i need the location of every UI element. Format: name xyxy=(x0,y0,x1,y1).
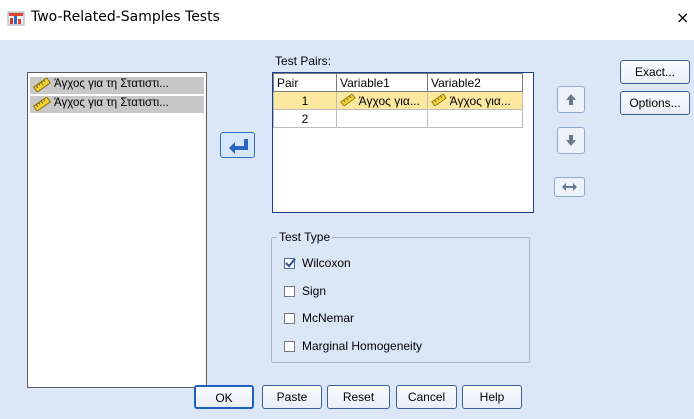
list-item-label: Άγχος για τη Στατιστι... xyxy=(54,78,169,90)
move-down-button[interactable] xyxy=(557,127,585,154)
column-header-variable2: Variable2 xyxy=(427,73,523,92)
wilcoxon-label: Wilcoxon xyxy=(302,256,351,270)
paste-button[interactable]: Paste xyxy=(262,385,322,409)
window-title: Two-Related-Samples Tests xyxy=(31,9,220,25)
exact-button[interactable]: Exact... xyxy=(620,60,690,84)
checkmark-icon xyxy=(285,258,296,268)
ok-button[interactable]: OK xyxy=(194,385,254,409)
list-item[interactable]: Άγχος για τη Στατιστι... xyxy=(30,77,204,94)
scale-variable-icon xyxy=(340,92,356,107)
swap-variables-button[interactable] xyxy=(554,177,585,197)
close-icon[interactable]: × xyxy=(676,8,689,27)
variable1-cell[interactable]: Άγχος για... xyxy=(336,91,428,110)
marginal-homogeneity-checkbox[interactable] xyxy=(284,341,295,352)
scale-variable-icon xyxy=(431,92,447,107)
variable2-cell[interactable] xyxy=(427,109,523,128)
sign-label: Sign xyxy=(302,284,327,298)
app-icon xyxy=(7,11,25,26)
test-pairs-grid[interactable]: Pair Variable1 Variable2 1 Άγχος για... … xyxy=(272,72,534,213)
column-header-pair: Pair xyxy=(273,73,337,92)
list-item-label: Άγχος για τη Στατιστι... xyxy=(54,97,169,109)
variable2-cell-label: Άγχος για... xyxy=(449,93,511,108)
move-to-pairs-button[interactable] xyxy=(220,132,255,158)
list-item[interactable]: Άγχος για τη Στατιστι... xyxy=(30,96,204,113)
scale-variable-icon xyxy=(33,78,51,92)
table-row[interactable]: 2 xyxy=(273,109,523,128)
wilcoxon-checkbox[interactable] xyxy=(284,258,296,269)
variable1-cell-label: Άγχος για... xyxy=(358,93,420,108)
table-row[interactable]: 1 Άγχος για... Άγχος για... xyxy=(273,91,523,110)
move-up-button[interactable] xyxy=(557,86,585,113)
sign-checkbox[interactable] xyxy=(284,286,295,297)
cancel-button[interactable]: Cancel xyxy=(396,385,457,409)
variable1-cell[interactable] xyxy=(336,109,428,128)
table-header-row: Pair Variable1 Variable2 xyxy=(273,73,523,92)
variable2-cell[interactable]: Άγχος για... xyxy=(427,91,523,110)
pair-number-cell[interactable]: 2 xyxy=(273,109,337,128)
pair-number-cell[interactable]: 1 xyxy=(273,91,337,110)
column-header-variable1: Variable1 xyxy=(336,73,428,92)
help-button[interactable]: Help xyxy=(462,385,522,409)
swap-arrows-icon xyxy=(562,183,577,191)
mcnemar-checkbox[interactable] xyxy=(284,313,295,324)
arrow-left-icon xyxy=(229,139,248,154)
test-pairs-label: Test Pairs: xyxy=(275,54,332,68)
mcnemar-label: McNemar xyxy=(302,311,355,325)
test-type-legend: Test Type xyxy=(277,230,333,244)
source-variable-list[interactable]: Άγχος για τη Στατιστι... Άγχος για τη Στ… xyxy=(27,72,207,388)
arrow-down-icon xyxy=(566,135,576,146)
arrow-up-icon xyxy=(566,94,576,105)
reset-button[interactable]: Reset xyxy=(327,385,390,409)
scale-variable-icon xyxy=(33,97,51,111)
options-button[interactable]: Options... xyxy=(620,91,690,115)
marginal-homogeneity-label: Marginal Homogeneity xyxy=(302,339,423,353)
